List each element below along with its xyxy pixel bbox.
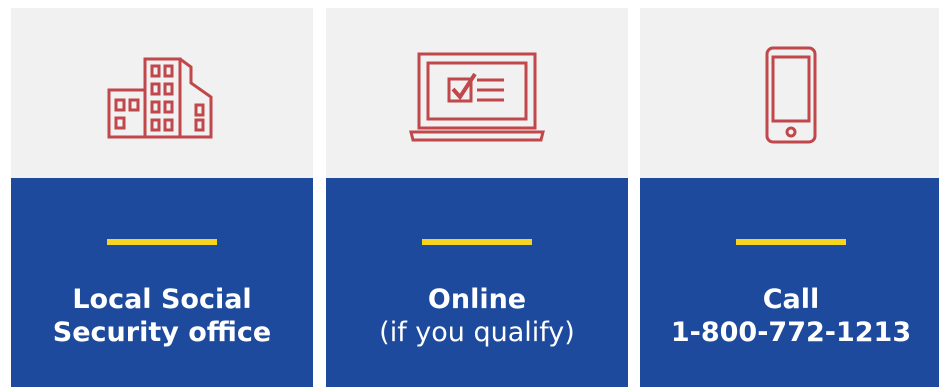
card-title: Local Social [72, 284, 252, 315]
card-subtitle: 1-800-772-1213 [670, 317, 912, 348]
card-icon-panel [11, 8, 313, 178]
smartphone-icon [764, 46, 818, 144]
online-card[interactable]: Online (if you qualify) [326, 8, 628, 387]
laptop-checklist-icon [409, 52, 545, 144]
card-icon-panel [640, 8, 939, 178]
card-title: Call [762, 284, 820, 315]
office-building-icon [107, 53, 219, 139]
call-card[interactable]: Call 1-800-772-1213 [640, 8, 939, 387]
accent-divider [422, 239, 532, 245]
card-subtitle: Security office [52, 317, 272, 348]
card-subtitle: (if you qualify) [379, 317, 575, 348]
card-label: Online (if you qualify) [326, 283, 628, 349]
contact-options: Local Social Security office Online (if … [0, 0, 939, 387]
card-label: Local Social Security office [11, 283, 313, 349]
card-label: Call 1-800-772-1213 [640, 283, 939, 349]
local-office-card[interactable]: Local Social Security office [11, 8, 313, 387]
accent-divider [107, 239, 217, 245]
card-icon-panel [326, 8, 628, 178]
card-title: Online [427, 284, 527, 315]
accent-divider [736, 239, 846, 245]
